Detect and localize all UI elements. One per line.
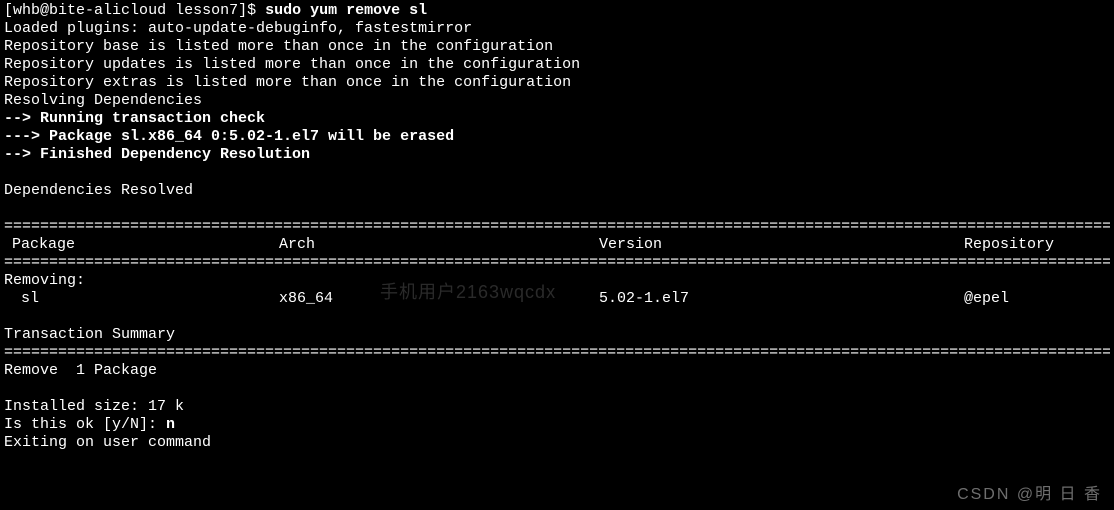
col-header-repository: Repository [964,236,1110,254]
separator-line: ========================================… [4,218,1110,236]
output-line: Repository extras is listed more than on… [4,74,1110,92]
blank-line [4,380,1110,398]
confirm-line[interactable]: Is this ok [y/N]: n [4,416,1110,434]
blank-line [4,164,1110,182]
confirm-answer: n [166,416,175,433]
col-header-arch: Arch [279,236,599,254]
blank-line [4,308,1110,326]
output-line: ---> Package sl.x86_64 0:5.02-1.el7 will… [4,128,1110,146]
output-line: --> Running transaction check [4,110,1110,128]
col-header-package: Package [4,236,279,254]
prompt-host: bite-alicloud [49,2,166,19]
separator-line: ========================================… [4,344,1110,362]
prompt-cwd: lesson7 [175,2,238,19]
cell-repository: @epel [964,290,1110,308]
output-line: --> Finished Dependency Resolution [4,146,1110,164]
watermark-corner: CSDN @明 日 香 [957,485,1102,504]
separator-line: ========================================… [4,254,1110,272]
exiting-line: Exiting on user command [4,434,1110,452]
summary-title: Transaction Summary [4,326,1110,344]
prompt-user: whb [13,2,40,19]
removing-label: Removing: [4,272,1110,290]
table-row: sl x86_64 5.02-1.el7 @epel [4,290,1110,308]
output-line: Repository base is listed more than once… [4,38,1110,56]
summary-remove: Remove 1 Package [4,362,1110,380]
output-line: Dependencies Resolved [4,182,1110,200]
cell-arch: x86_64 [279,290,599,308]
prompt-line[interactable]: [whb@bite-alicloud lesson7]$ sudo yum re… [4,2,1110,20]
prompt-symbol: $ [247,2,256,19]
output-line: Resolving Dependencies [4,92,1110,110]
cell-package: sl [4,290,279,308]
blank-line [4,200,1110,218]
output-line: Repository updates is listed more than o… [4,56,1110,74]
table-header-row: Package Arch Version Repository [4,236,1110,254]
confirm-prompt: Is this ok [y/N]: [4,416,166,433]
col-header-version: Version [599,236,964,254]
command-text: sudo yum remove sl [265,2,427,19]
cell-version: 5.02-1.el7 [599,290,964,308]
output-line: Loaded plugins: auto-update-debuginfo, f… [4,20,1110,38]
summary-size: Installed size: 17 k [4,398,1110,416]
